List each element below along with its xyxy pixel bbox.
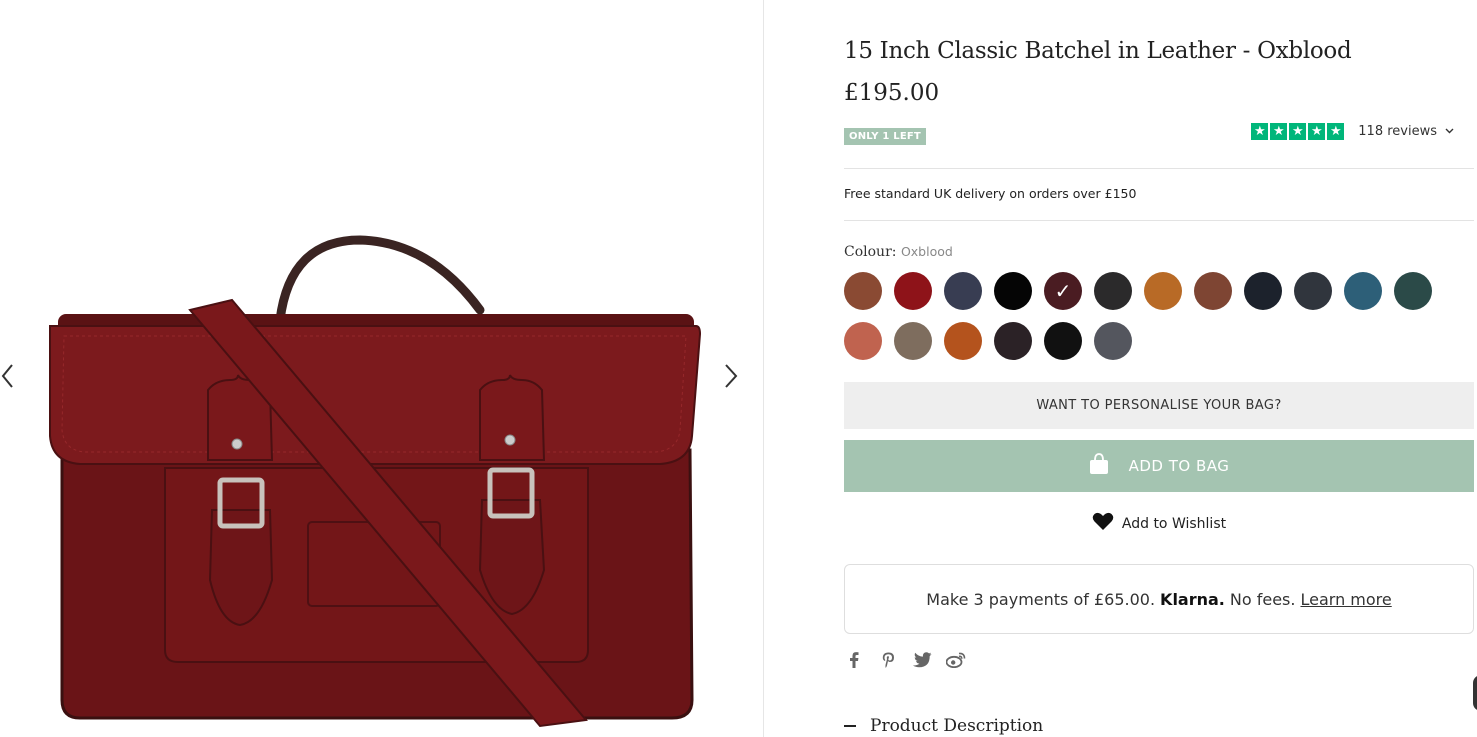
divider [844, 220, 1474, 221]
social-share [844, 650, 966, 670]
colour-swatch[interactable] [1094, 322, 1132, 360]
weibo-icon[interactable] [946, 650, 966, 670]
klarna-text: Make 3 payments of £65.00. [926, 589, 1156, 609]
colour-swatch[interactable] [1244, 272, 1282, 310]
colour-swatch[interactable] [1294, 272, 1332, 310]
add-to-bag-label: ADD TO BAG [1128, 457, 1230, 475]
wishlist-label: Add to Wishlist [1121, 515, 1227, 532]
product-image [49, 235, 702, 728]
pinterest-icon[interactable] [878, 650, 898, 670]
shopping-bag-icon [1089, 453, 1109, 479]
colour-swatches: ✓ [844, 272, 1454, 360]
checkmark-icon: ✓ [1054, 279, 1072, 303]
colour-label: Colour: Oxblood [844, 244, 953, 260]
add-to-wishlist-link[interactable]: Add to Wishlist [844, 512, 1474, 535]
colour-label-text: Colour: [844, 244, 897, 260]
delivery-note: Free standard UK delivery on orders over… [844, 186, 1137, 201]
colour-swatch[interactable] [894, 322, 932, 360]
trustpilot-stars: ★ ★ ★ ★ ★ [1251, 123, 1345, 140]
chat-widget-edge[interactable] [1473, 675, 1477, 711]
product-description-toggle[interactable]: Product Description [844, 716, 1043, 736]
colour-swatch[interactable] [894, 272, 932, 310]
product-title: 15 Inch Classic Batchel in Leather - Oxb… [844, 38, 1352, 64]
personalise-bag-button[interactable]: WANT TO PERSONALISE YOUR BAG? [844, 382, 1474, 429]
star-icon: ★ [1308, 123, 1326, 140]
selected-colour-value: Oxblood [900, 244, 953, 259]
colour-swatch[interactable] [1094, 272, 1132, 310]
klarna-learn-more-link[interactable]: Learn more [1300, 590, 1391, 609]
klarna-payment-box: Make 3 payments of £65.00. Klarna. No fe… [844, 564, 1474, 634]
reviews-summary[interactable]: ★ ★ ★ ★ ★ 118 reviews [1251, 123, 1454, 140]
colour-swatch[interactable] [994, 322, 1032, 360]
star-icon: ★ [1289, 123, 1307, 140]
colour-swatch[interactable] [1044, 322, 1082, 360]
stock-badge: ONLY 1 LEFT [844, 128, 926, 145]
heart-icon [1092, 512, 1114, 535]
product-price: £195.00 [844, 80, 940, 106]
colour-swatch[interactable] [944, 322, 982, 360]
star-icon: ★ [1251, 123, 1269, 140]
colour-swatch[interactable] [1394, 272, 1432, 310]
colour-swatch[interactable] [1194, 272, 1232, 310]
facebook-icon[interactable] [844, 650, 864, 670]
previous-image-arrow-icon[interactable] [0, 362, 22, 392]
reviews-count[interactable]: 118 reviews [1358, 124, 1437, 139]
product-image-gallery [0, 0, 764, 737]
next-image-arrow-icon[interactable] [720, 362, 742, 392]
divider [844, 168, 1474, 169]
chevron-down-icon[interactable] [1445, 126, 1454, 137]
colour-swatch[interactable] [1144, 272, 1182, 310]
add-to-bag-button[interactable]: ADD TO BAG [844, 440, 1474, 492]
minus-icon [844, 725, 856, 727]
colour-swatch[interactable] [994, 272, 1032, 310]
colour-swatch[interactable] [1344, 272, 1382, 310]
colour-swatch[interactable]: ✓ [1044, 272, 1082, 310]
colour-swatch[interactable] [944, 272, 982, 310]
colour-swatch[interactable] [844, 272, 882, 310]
product-description-heading: Product Description [870, 716, 1044, 736]
star-icon: ★ [1327, 123, 1345, 140]
twitter-icon[interactable] [912, 650, 932, 670]
klarna-fees: No fees. [1229, 589, 1296, 609]
colour-swatch[interactable] [844, 322, 882, 360]
star-icon: ★ [1270, 123, 1288, 140]
klarna-logo: Klarna. [1160, 589, 1225, 609]
